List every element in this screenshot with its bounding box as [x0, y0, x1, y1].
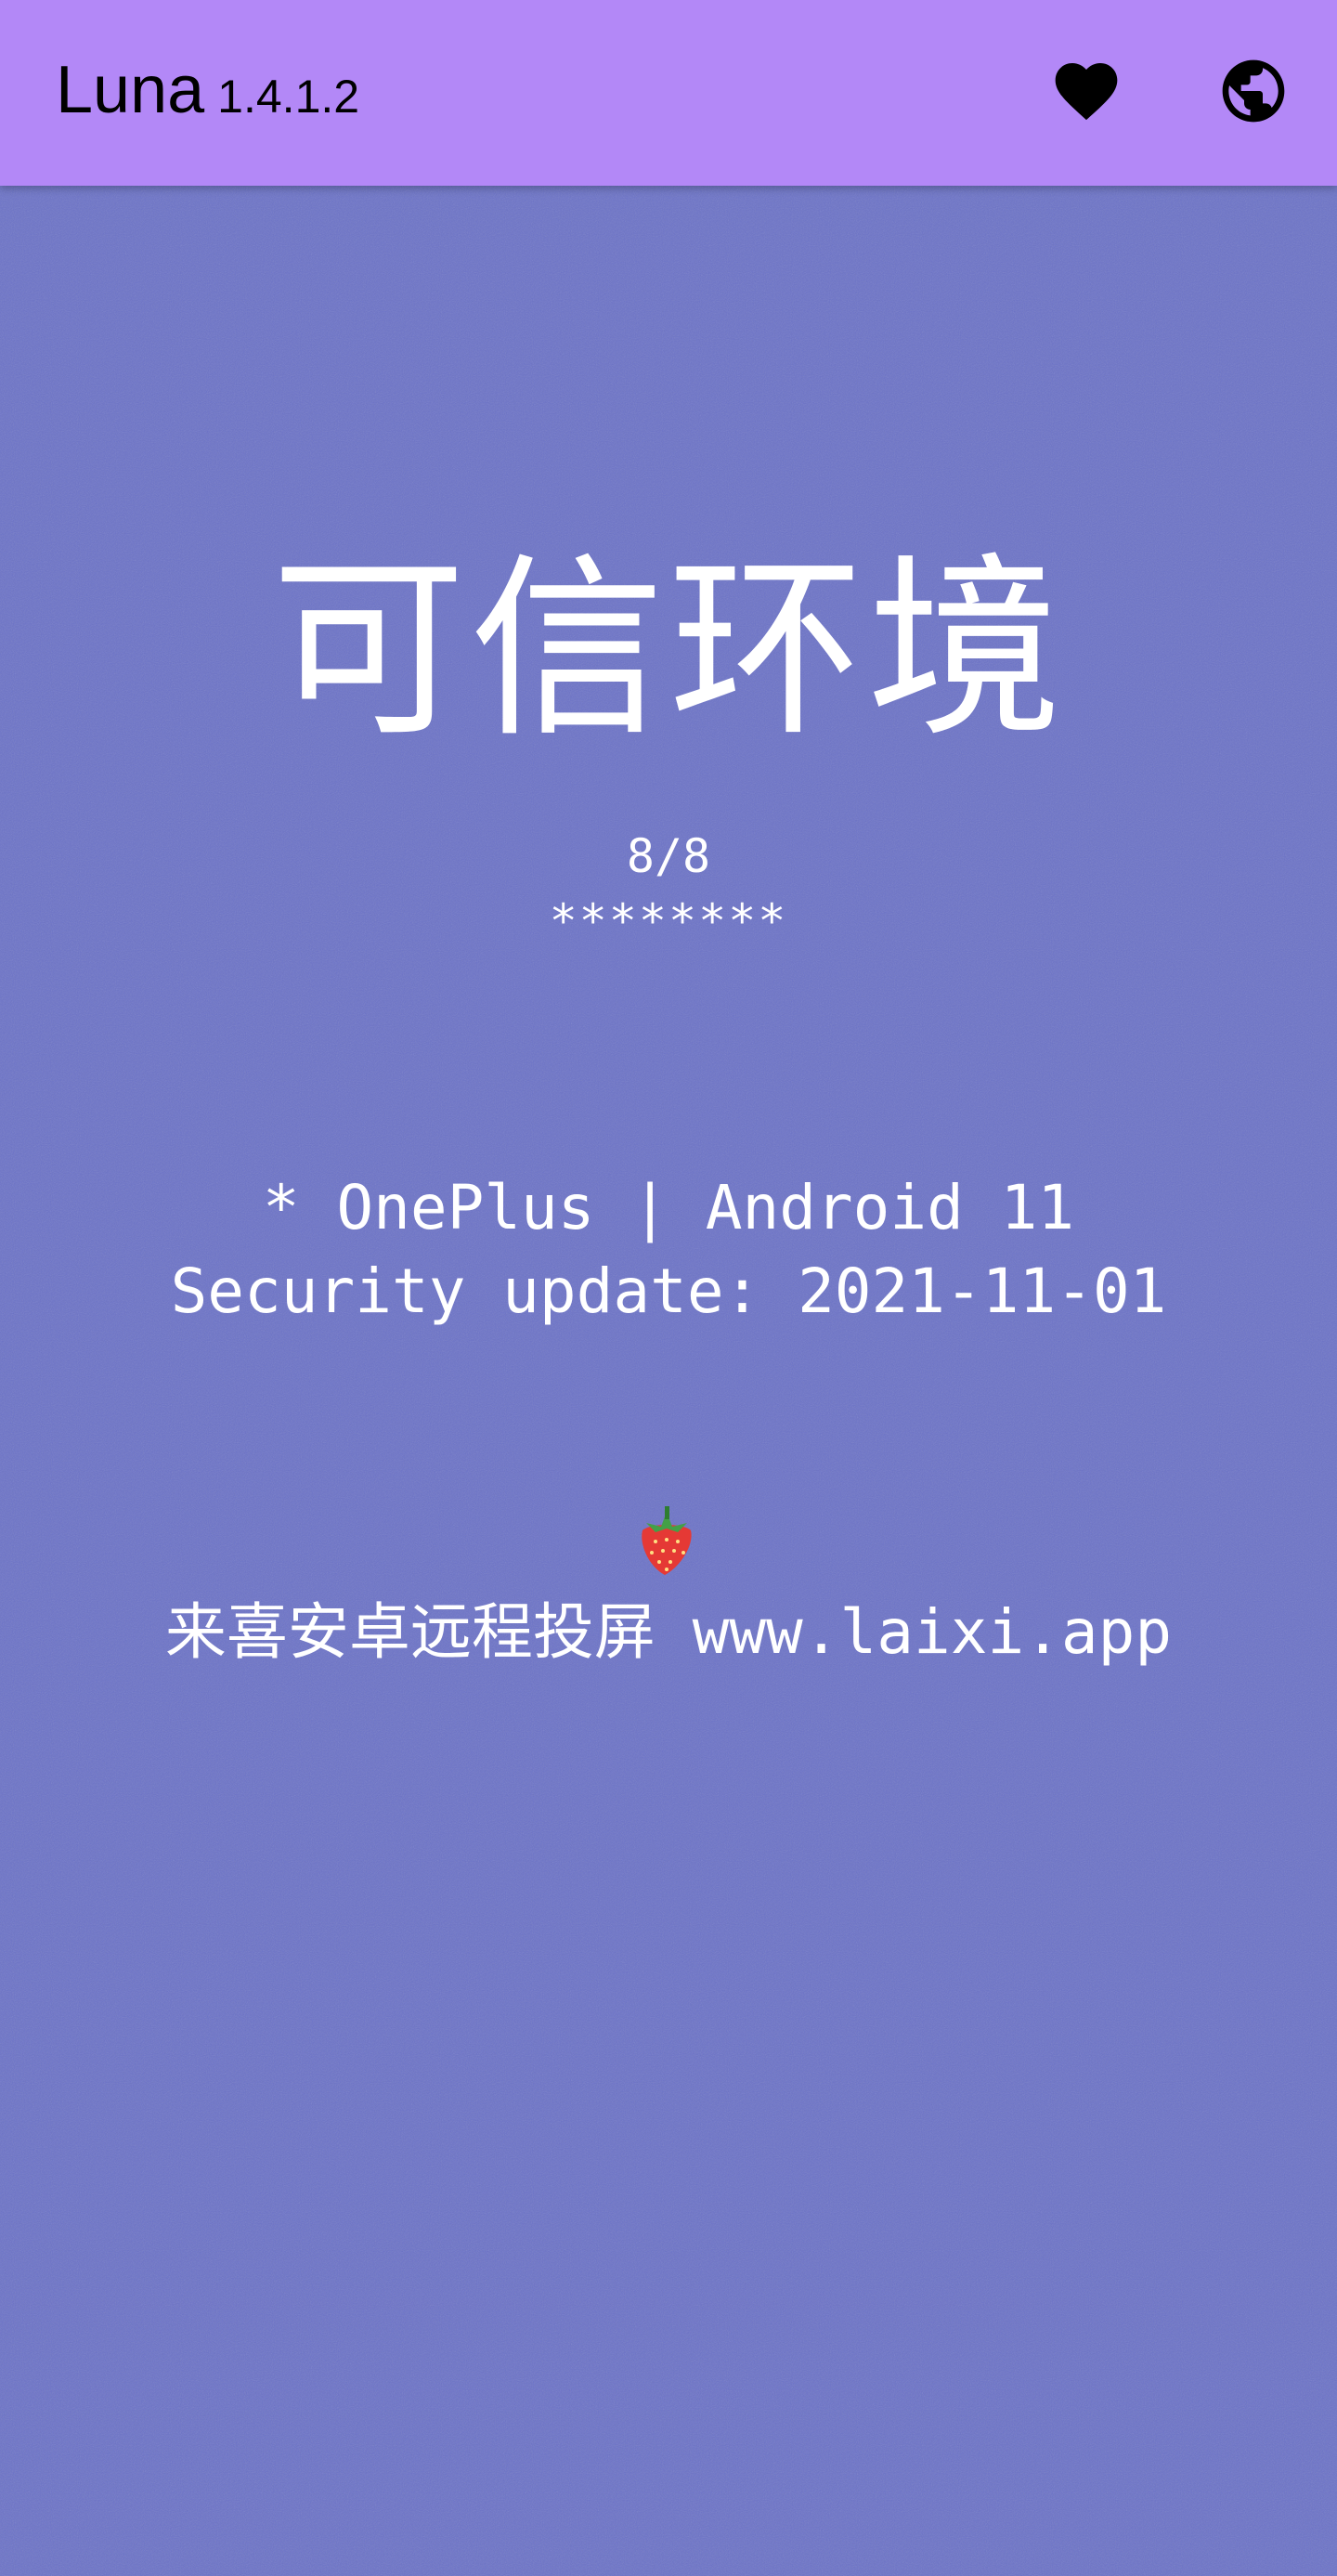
heart-icon	[1055, 63, 1118, 121]
check-stars: ********	[549, 894, 788, 948]
app-version: 1.4.1.2	[217, 71, 360, 123]
favorite-button[interactable]	[1040, 45, 1133, 137]
language-button[interactable]	[1207, 45, 1300, 137]
security-update: Security update: 2021-11-01	[170, 1255, 1167, 1327]
check-count: 8/8	[626, 829, 711, 883]
status-title: 可信环境	[270, 536, 1066, 763]
app-title: Luna 1.4.1.2	[56, 52, 359, 128]
device-info: * OnePlus | Android 11	[262, 1172, 1075, 1243]
app-bar: Luna 1.4.1.2	[0, 0, 1337, 186]
app-name: Luna	[56, 53, 205, 127]
promo-link[interactable]: 来喜安卓远程投屏 www.laixi.app	[0, 1595, 1337, 1670]
globe-icon	[1222, 59, 1285, 123]
strawberry-icon	[642, 1506, 692, 1575]
